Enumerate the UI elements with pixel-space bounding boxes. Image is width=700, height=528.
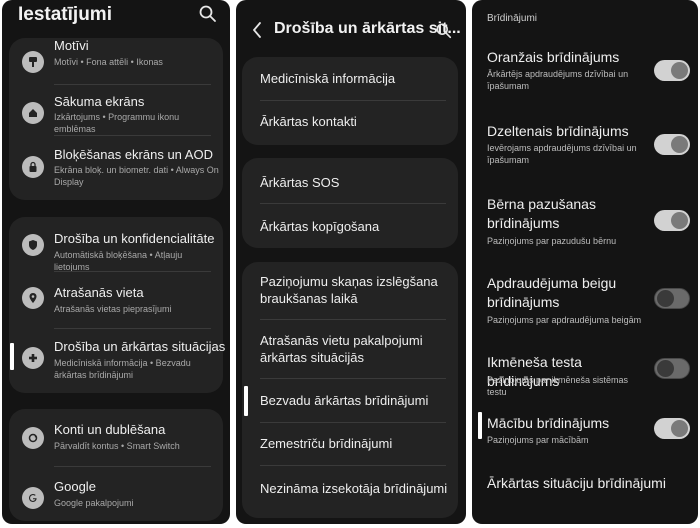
settings-group-display: Motīvi Motīvi • Fona attēli • Ikonas Sāk… xyxy=(9,38,223,200)
sync-icon xyxy=(22,427,44,449)
toggle-switch[interactable] xyxy=(654,210,690,231)
wireless-alerts-panel: Brīdinājumi Oranžais brīdinājums Ārkārtē… xyxy=(472,0,698,524)
search-icon[interactable] xyxy=(198,4,218,24)
unknown-tracker-alerts-item[interactable]: Nezināma izsekotāja brīdinājumi xyxy=(260,480,450,497)
search-icon[interactable] xyxy=(435,22,453,40)
settings-item-home-screen[interactable]: Sākuma ekrāns Izkārtojums • Programmu ik… xyxy=(9,90,223,136)
settings-item-location[interactable]: Atrašanās vieta Atrašanās vietas piepras… xyxy=(9,275,223,325)
settings-item-privacy[interactable]: Drošība un konfidencialitāte Automātiskā… xyxy=(9,217,223,272)
safety-emergency-panel: Drošība un ārkārtas sit... Medicīniskā i… xyxy=(236,0,466,524)
medical-info-item[interactable]: Medicīniskā informācija xyxy=(260,70,450,87)
home-icon xyxy=(22,102,44,124)
highlight-marker xyxy=(10,343,14,370)
highlight-marker xyxy=(244,386,248,416)
lock-icon xyxy=(22,156,44,178)
settings-item-google[interactable]: Google Google pakalpojumi xyxy=(9,469,223,519)
sos-group: Ārkārtas SOS Ārkārtas kopīgošana xyxy=(242,158,458,248)
shield-icon xyxy=(22,234,44,256)
location-pin-icon xyxy=(22,287,44,309)
toggle-switch[interactable] xyxy=(654,134,690,155)
emergency-contacts-item[interactable]: Ārkārtas kontakti xyxy=(260,113,450,130)
mute-while-driving-item[interactable]: Paziņojumu skaņas izslēgšana braukšanas … xyxy=(260,273,450,307)
toggle-switch[interactable] xyxy=(654,418,690,439)
page-title: Drošība un ārkārtas sit... xyxy=(274,20,461,37)
settings-group-security: Drošība un konfidencialitāte Automātiskā… xyxy=(9,217,225,393)
toggle-switch[interactable] xyxy=(654,288,690,309)
brush-icon xyxy=(22,51,44,73)
settings-panel: Iestatījumi Motīvi Motīvi • Fona attēli … xyxy=(2,0,230,524)
toggle-switch[interactable] xyxy=(654,60,690,81)
emergency-alerts-footer-item[interactable]: Ārkārtas situāciju brīdinājumi xyxy=(487,474,697,493)
emergency-location-item[interactable]: Atrašanās vietu pakalpojumi ārkārtas sit… xyxy=(260,332,450,366)
settings-group-accounts: Konti un dublēšana Pārvaldīt kontus • Sm… xyxy=(9,409,223,521)
settings-item-lock-screen[interactable]: Bloķēšanas ekrāns un AOD Ekrāna bloķ. un… xyxy=(9,138,223,198)
settings-item-accounts-backup[interactable]: Konti un dublēšana Pārvaldīt kontus • Sm… xyxy=(9,409,223,463)
settings-item-safety-emergency[interactable]: Drošība un ārkārtas situācijas Medicīnis… xyxy=(9,331,225,391)
back-arrow-icon[interactable] xyxy=(250,20,264,40)
emergency-sharing-item[interactable]: Ārkārtas kopīgošana xyxy=(260,218,450,235)
page-title: Iestatījumi xyxy=(18,4,112,25)
google-icon xyxy=(22,487,44,509)
toggle-switch[interactable] xyxy=(654,358,690,379)
wireless-emergency-alerts-item[interactable]: Bezvadu ārkārtas brīdinājumi xyxy=(260,392,450,409)
settings-item-themes[interactable]: Motīvi Motīvi • Fona attēli • Ikonas xyxy=(9,38,223,88)
emergency-icon xyxy=(22,347,44,369)
section-header: Brīdinājumi xyxy=(487,13,538,24)
emergency-sos-item[interactable]: Ārkārtas SOS xyxy=(260,174,450,191)
earthquake-alerts-item[interactable]: Zemestrīču brīdinājumi xyxy=(260,435,450,452)
medical-group: Medicīniskā informācija Ārkārtas kontakt… xyxy=(242,57,458,145)
highlight-marker xyxy=(478,412,482,439)
alerts-group: Paziņojumu skaņas izslēgšana braukšanas … xyxy=(242,262,458,518)
